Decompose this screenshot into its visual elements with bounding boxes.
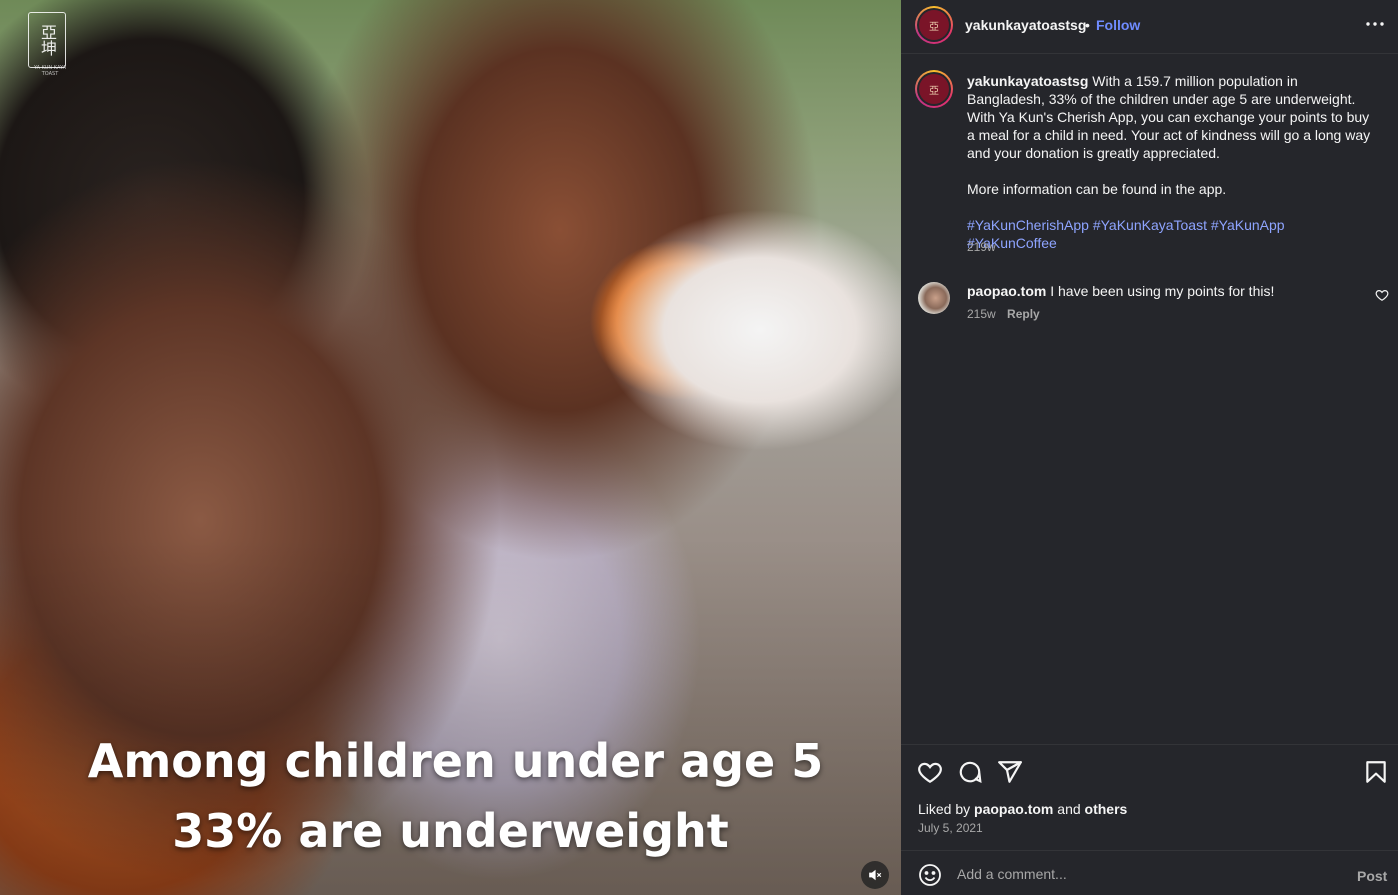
liked-by-user[interactable]: paopao.tom	[974, 801, 1053, 817]
like-heart-icon[interactable]	[917, 759, 943, 785]
emoji-icon[interactable]	[918, 863, 942, 887]
ya-kun-logo-icon: 亞	[919, 10, 949, 40]
brand-watermark-logo: 亞坤 YA KUN KAYA TOAST	[28, 12, 66, 77]
hashtag-link[interactable]: #YaKunCherishApp	[967, 217, 1089, 233]
brand-watermark-glyphs: 亞坤	[38, 24, 57, 56]
caption-hashtags: #YaKunCherishApp #YaKunKayaToast #YaKunA…	[967, 216, 1377, 252]
comment-username[interactable]: paopao.tom	[967, 283, 1046, 299]
comment-age: 215w	[967, 307, 996, 321]
post-media[interactable]: 亞坤 YA KUN KAYA TOAST Among children unde…	[0, 0, 901, 895]
caption-author-avatar[interactable]: 亞	[915, 70, 953, 108]
follow-button[interactable]: Follow	[1096, 17, 1140, 33]
comment-bubble-icon[interactable]	[957, 759, 983, 785]
comment-input[interactable]	[957, 861, 1337, 887]
video-caption-line-1: Among children under age 5	[87, 734, 824, 788]
comment-reply-button[interactable]: Reply	[1007, 307, 1040, 321]
video-caption-line-2: 33% are underweight	[172, 804, 729, 858]
comment-body: paopao.tom I have been using my points f…	[967, 282, 1274, 300]
brand-watermark-sub: YA KUN KAYA TOAST	[33, 65, 67, 77]
caption-username[interactable]: yakunkayatoastsg	[967, 73, 1088, 89]
comment-item: paopao.tom I have been using my points f…	[901, 280, 1398, 324]
add-comment-bar: Post	[901, 850, 1398, 895]
comment-text: I have been using my points for this!	[1050, 283, 1275, 299]
heart-icon[interactable]	[1375, 288, 1389, 302]
share-send-icon[interactable]	[997, 759, 1023, 785]
liked-by-prefix: Liked by	[918, 801, 971, 817]
header-username[interactable]: yakunkayatoastsg	[965, 17, 1086, 33]
commenter-avatar[interactable]	[918, 282, 950, 314]
liked-by-and: and	[1057, 801, 1081, 817]
mute-button[interactable]	[861, 861, 889, 889]
post-comment-button[interactable]: Post	[1357, 868, 1387, 884]
post-header: 亞 yakunkayatoastsg • Follow	[901, 0, 1398, 54]
hashtag-link[interactable]: #YaKunApp	[1211, 217, 1285, 233]
author-avatar[interactable]: 亞	[915, 6, 953, 44]
post-date: July 5, 2021	[918, 821, 983, 835]
liked-by-summary: Liked by paopao.tom and others	[918, 801, 1127, 817]
hashtag-link[interactable]: #YaKunKayaToast	[1093, 217, 1207, 233]
speaker-muted-icon	[869, 869, 882, 881]
comment-meta: 215w Reply	[967, 307, 1040, 321]
bookmark-icon[interactable]	[1363, 759, 1389, 785]
more-horizontal-icon	[1366, 22, 1384, 26]
more-options-button[interactable]	[1365, 14, 1385, 34]
post-actions: Liked by paopao.tom and others July 5, 2…	[901, 744, 1398, 850]
header-separator: •	[1085, 17, 1090, 33]
post-side-panel: 亞 yakunkayatoastsg • Follow 亞 yakunkayat…	[901, 0, 1398, 895]
caption-body: yakunkayatoastsg With a 159.7 million po…	[967, 72, 1377, 270]
liked-by-others[interactable]: others	[1085, 801, 1128, 817]
caption-age: 219w	[967, 240, 996, 254]
ya-kun-logo-icon: 亞	[919, 74, 949, 104]
caption-more-info: More information can be found in the app…	[967, 181, 1227, 197]
